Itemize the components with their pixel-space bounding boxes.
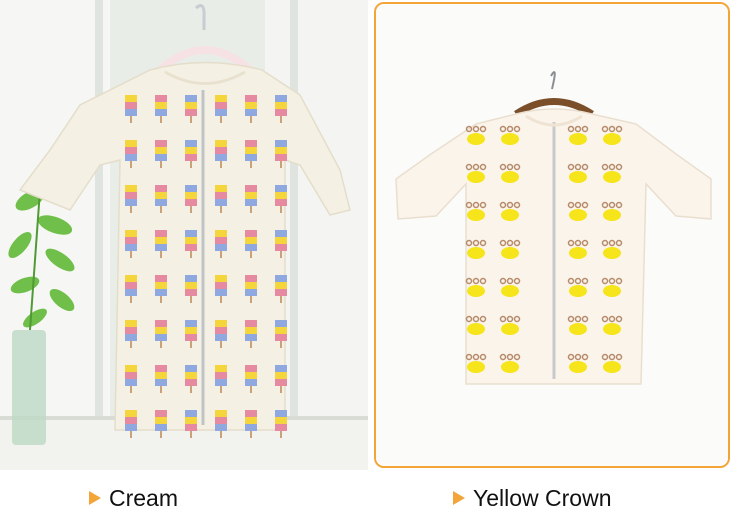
caption-yellow-crown: Yellow Crown — [453, 484, 612, 512]
cream-sleeping-bag-image — [0, 0, 368, 470]
caption-cream: Cream — [89, 484, 178, 512]
caption-text: Yellow Crown — [473, 484, 612, 511]
arrow-right-icon — [89, 491, 101, 505]
product-photo-cream[interactable] — [0, 0, 368, 470]
product-photo-yellow-crown[interactable] — [374, 2, 730, 468]
caption-text: Cream — [109, 484, 179, 511]
arrow-right-icon — [453, 491, 465, 505]
yellow-crown-sleeping-bag-image — [376, 4, 728, 466]
